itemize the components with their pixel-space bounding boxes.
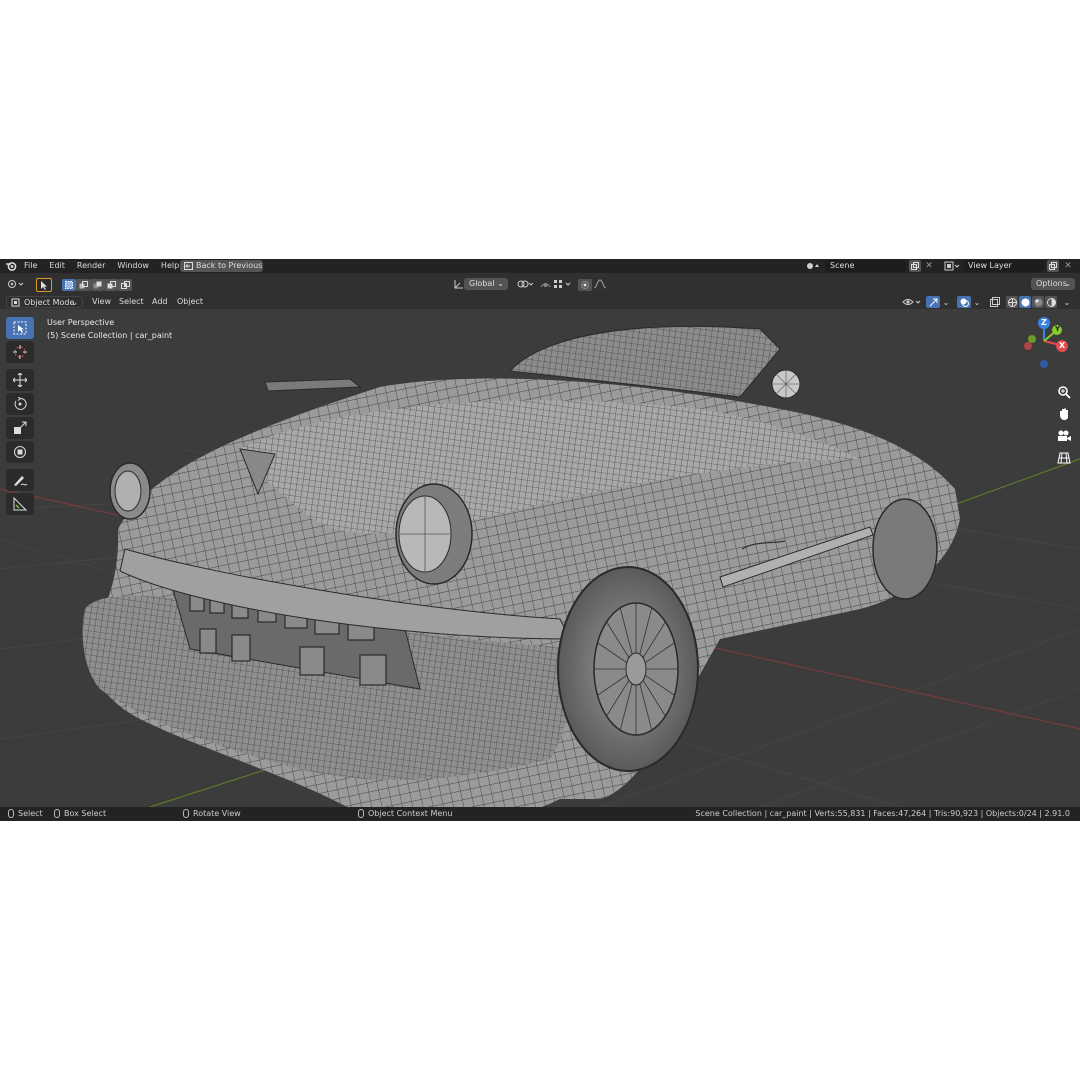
tool-cursor[interactable] <box>6 341 34 363</box>
select-box-icon <box>13 321 27 335</box>
snap-target-icon[interactable] <box>552 278 574 290</box>
measure-icon <box>13 497 27 511</box>
select-subtract-icon[interactable] <box>90 279 104 291</box>
select-difference-icon[interactable] <box>104 279 118 291</box>
mouse-right-icon <box>358 809 364 818</box>
front-wheel <box>557 566 699 772</box>
select-extend-icon[interactable] <box>76 279 90 291</box>
shading-icon[interactable]: ⌄ <box>1062 296 1072 308</box>
back-to-previous-button[interactable]: Back to Previous <box>180 260 263 272</box>
gizmo-toggle-icon[interactable] <box>926 296 940 308</box>
camera-view-button[interactable] <box>1054 426 1074 446</box>
select-new-icon[interactable] <box>62 279 76 291</box>
pan-view-button[interactable] <box>1054 404 1074 424</box>
chevron-down-icon[interactable]: ⌄ <box>941 296 951 308</box>
annotate-icon <box>14 476 28 486</box>
falloff-icon[interactable] <box>592 278 612 290</box>
blender-window: File Edit Render Window Help Back to Pre… <box>0 259 1080 821</box>
tool-annotate[interactable] <box>6 469 34 491</box>
viewport-header: Object Mode⌄ View Select Add Object ⌄ ⌄ <box>0 295 1080 309</box>
menu-file[interactable]: File <box>18 259 43 273</box>
status-rotate-view: Rotate View <box>183 807 241 821</box>
mouse-drag-icon <box>54 809 60 818</box>
zoom-view-button[interactable] <box>1054 382 1074 402</box>
top-menu-bar: File Edit Render Window Help Back to Pre… <box>0 259 1080 273</box>
camera-icon <box>1058 430 1071 441</box>
wireframe-shading-icon[interactable] <box>1006 296 1018 308</box>
gizmo-z-label: Z <box>1041 318 1047 327</box>
menu-select[interactable]: Select <box>113 295 150 309</box>
transform-orientation-select[interactable]: Global ⌄ <box>464 278 508 290</box>
3d-viewport[interactable]: User Perspective (5) Scene Collection | … <box>0 309 1080 807</box>
grid-icon <box>1057 452 1071 464</box>
mouse-left-icon <box>8 809 14 818</box>
solid-shading-icon[interactable] <box>1019 296 1031 308</box>
status-context-menu: Object Context Menu <box>358 807 452 821</box>
options-button[interactable]: Options ⌄ <box>1031 278 1075 290</box>
chevron-down-icon: ⌄ <box>1064 279 1071 288</box>
object-mode-select[interactable]: Object Mode ⌄ <box>6 296 83 308</box>
scene-drawing <box>0 325 1080 807</box>
search-icon <box>1058 386 1071 399</box>
gizmo-y-label: Y <box>1055 325 1061 333</box>
view-layer-field[interactable]: View Layer <box>964 260 1044 272</box>
menu-edit[interactable]: Edit <box>43 259 71 273</box>
scene-field[interactable]: Scene <box>826 260 906 272</box>
editor-type-icon[interactable] <box>6 278 26 290</box>
rotate-icon <box>14 397 27 410</box>
proportional-edit-icon[interactable] <box>578 279 592 291</box>
close-icon[interactable]: ✕ <box>923 260 935 272</box>
tool-scale[interactable] <box>6 417 34 439</box>
scene-statistics: Scene Collection | car_paint | Verts:55,… <box>695 809 1070 818</box>
menu-window[interactable]: Window <box>111 259 155 273</box>
new-scene-icon[interactable] <box>909 260 921 272</box>
object-mode-icon <box>11 298 20 307</box>
tool-rotate[interactable] <box>6 393 34 415</box>
chevron-down-icon[interactable]: ⌄ <box>972 296 982 308</box>
select-intersect-icon[interactable] <box>118 279 132 291</box>
material-shading-icon[interactable] <box>1032 296 1044 308</box>
snap-icon[interactable] <box>538 278 552 290</box>
navigation-gizmo[interactable]: Z X Y <box>1018 315 1074 373</box>
xray-icon[interactable] <box>988 296 1002 308</box>
close-view-layer-icon[interactable]: ✕ <box>1062 260 1074 272</box>
mouse-middle-icon <box>183 809 189 818</box>
menu-render[interactable]: Render <box>71 259 111 273</box>
tool-transform[interactable] <box>6 441 34 463</box>
tool-move[interactable] <box>6 369 34 391</box>
blender-logo-icon[interactable] <box>4 259 18 273</box>
view-perspective-label: User Perspective <box>47 318 115 327</box>
status-select: Select <box>8 807 43 821</box>
tool-select-box[interactable] <box>6 317 34 339</box>
collection-label: (5) Scene Collection | car_paint <box>47 331 173 340</box>
gizmo-x-label: X <box>1059 341 1066 350</box>
car-mesh <box>82 325 960 807</box>
view-layer-icon[interactable] <box>942 260 962 272</box>
pivot-point-icon[interactable] <box>513 278 537 290</box>
headlight-right <box>395 483 473 585</box>
new-view-layer-icon[interactable] <box>1047 260 1059 272</box>
hand-icon <box>1060 408 1068 420</box>
ortho-toggle-button[interactable] <box>1054 448 1074 468</box>
cursor-icon <box>13 345 27 359</box>
menu-add[interactable]: Add <box>146 295 174 309</box>
menu-object[interactable]: Object <box>171 295 209 309</box>
rendered-shading-icon[interactable] <box>1045 296 1057 308</box>
overlay-icon[interactable] <box>957 296 971 308</box>
headlight-left <box>109 462 151 520</box>
tool-measure[interactable] <box>6 493 34 515</box>
scene-icon[interactable] <box>804 260 824 272</box>
visibility-icon[interactable] <box>901 296 923 308</box>
chevron-down-icon: ⌄ <box>497 279 504 288</box>
scale-icon <box>14 421 27 434</box>
chevron-down-icon: ⌄ <box>71 298 78 307</box>
tool-settings-bar: Global ⌄ Options ⌄ <box>0 273 1080 295</box>
back-icon <box>184 262 193 270</box>
cursor-tool-icon[interactable] <box>36 278 52 292</box>
move-icon <box>13 373 27 387</box>
status-box-select: Box Select <box>54 807 106 821</box>
transform-icon <box>14 446 26 458</box>
status-bar: Select Box Select Rotate View Object Con… <box>0 807 1080 821</box>
